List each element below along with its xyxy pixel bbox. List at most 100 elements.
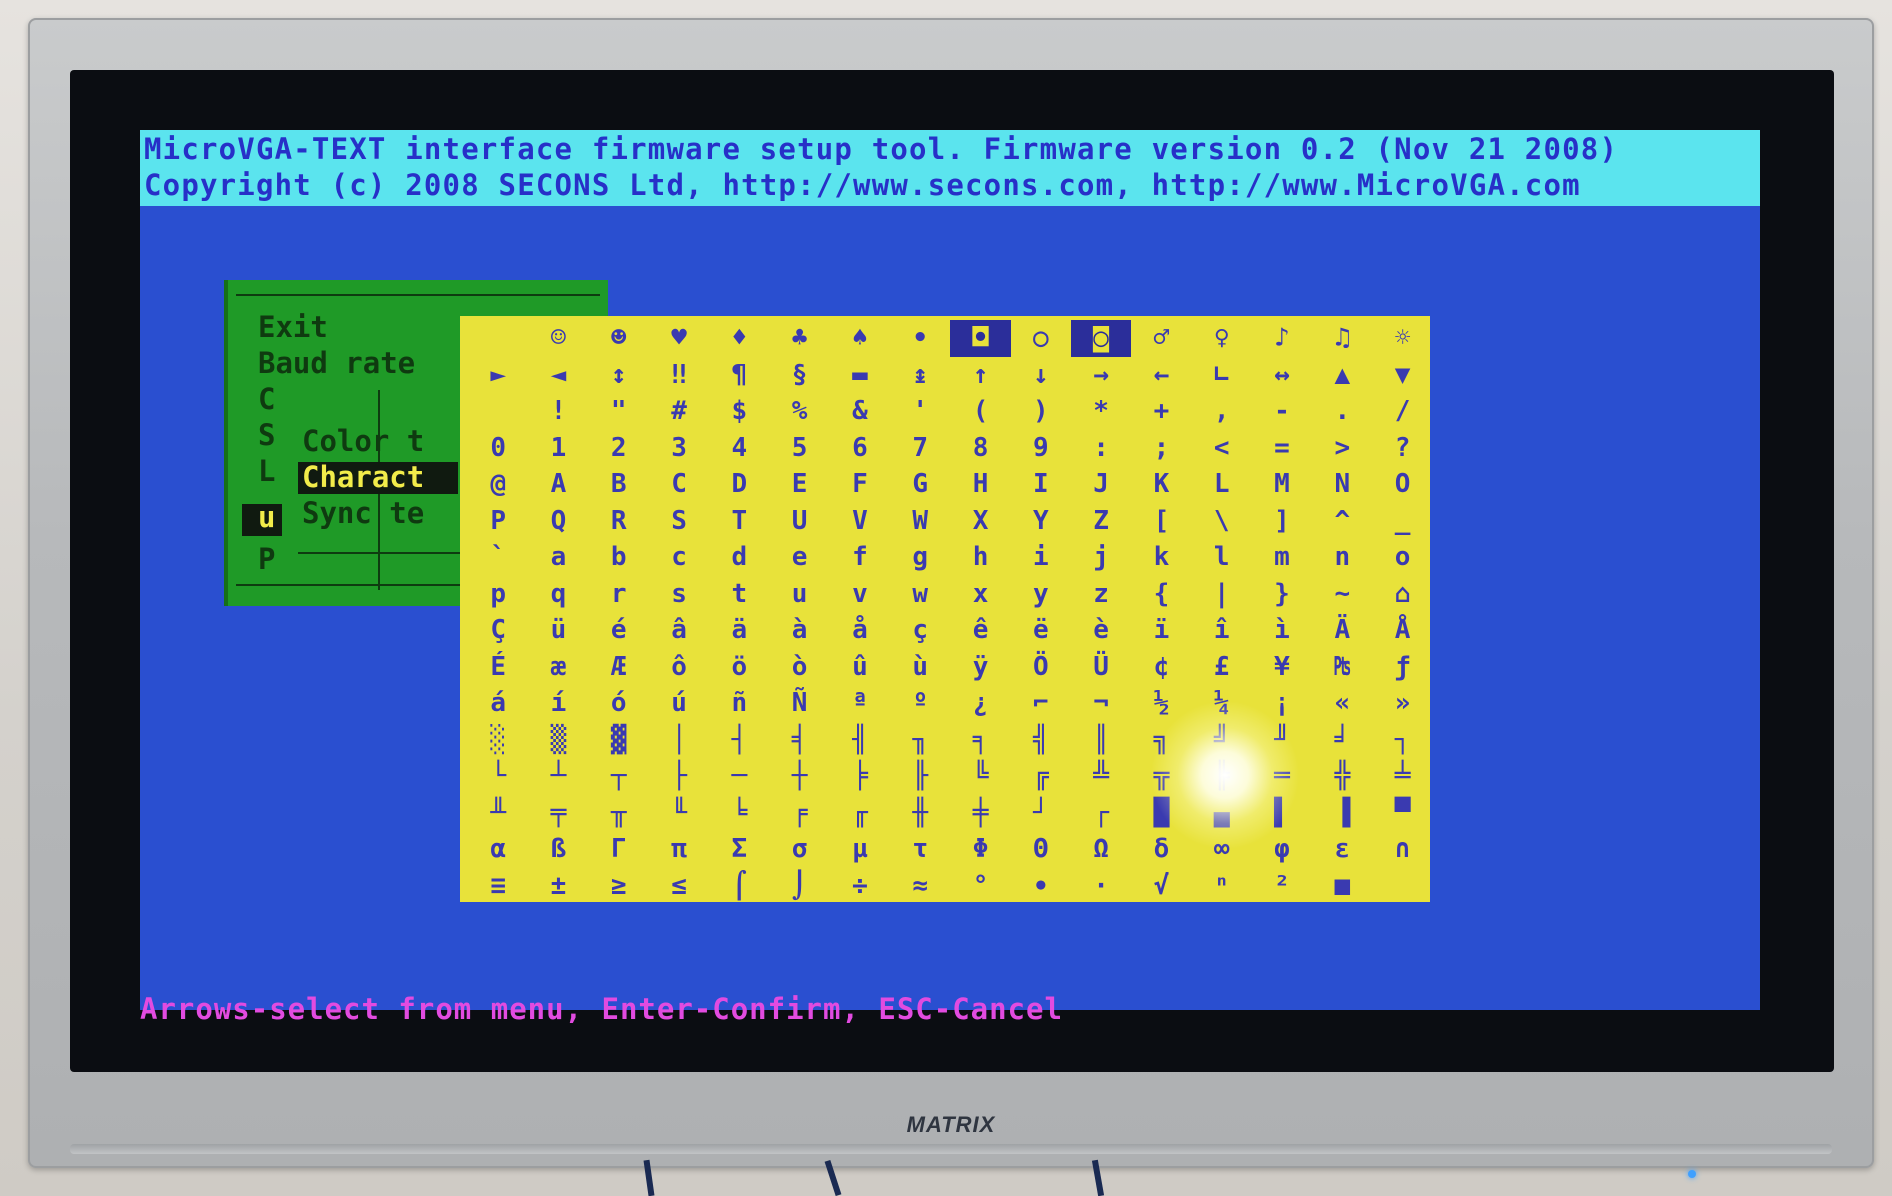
menu-item-baud-rate[interactable]: Baud rate — [258, 346, 415, 380]
char-cell: ◘ — [950, 320, 1011, 357]
char-cell: ☻ — [610, 323, 627, 353]
char-cell: δ — [1153, 834, 1170, 864]
char-cell: Θ — [1032, 834, 1049, 864]
char-cell: 3 — [671, 432, 687, 463]
char-cell: W — [912, 505, 929, 536]
char-cell: e — [791, 542, 808, 572]
char-cell: a — [550, 542, 567, 572]
char-cell: » — [1394, 688, 1411, 718]
char-cell: ╪ — [972, 797, 989, 828]
char-cell: Y — [1032, 505, 1049, 536]
char-cell: - — [1274, 396, 1290, 426]
char-cell: ▒ — [550, 724, 567, 755]
power-led-icon — [1688, 1170, 1696, 1178]
char-cell: ƒ — [1394, 651, 1411, 682]
char-cell: ◄ — [550, 359, 567, 390]
char-cell: ╘ — [731, 797, 748, 828]
char-cell: à — [791, 615, 808, 645]
status-bar: Arrows-select from menu, Enter-Confirm, … — [140, 992, 1760, 1040]
char-cell: 7 — [912, 432, 929, 463]
char-cell: ¼ — [1213, 688, 1230, 718]
menu-item-c[interactable]: C — [258, 382, 275, 416]
character-set-window: ☺ ☻ ♥ ♦ ♣ ♠ • ◘ ○ ◙ ♂ ♀ ♪ ♫ ☼ ► ◄ ↕ ‼ ¶ § ▬ ↨ ↑ ↓ → ← ∟ ↔ ▲ ▼ ! " # $% & ' (… — [460, 316, 1430, 902]
char-cell: ∙ — [1032, 870, 1049, 901]
menu-item-s[interactable]: S — [258, 418, 275, 452]
char-cell: ○ — [1032, 323, 1049, 353]
char-cell: ⌡ — [791, 870, 808, 901]
char-cell: ╦ — [1153, 761, 1170, 791]
char-cell: 2 — [610, 432, 627, 463]
menu-item-p[interactable]: P — [258, 542, 275, 576]
status-help-text: Arrows-select from menu, Enter-Confirm, … — [140, 992, 1063, 1026]
char-cell: ≡ — [490, 870, 506, 901]
char-cell: ¶ — [731, 359, 748, 390]
char-cell: ╜ — [1274, 724, 1290, 755]
char-cell: ² — [1274, 870, 1290, 901]
char-cell: ╞ — [852, 761, 868, 791]
char-cell: % — [791, 396, 808, 426]
menu-item-l[interactable]: L — [258, 454, 275, 488]
char-cell: É — [490, 651, 506, 682]
char-cell: x — [972, 578, 989, 609]
char-cell: ╓ — [852, 797, 868, 828]
char-cell: ╙ — [671, 797, 687, 828]
char-cell: y — [1032, 578, 1049, 609]
char-cell: ^ — [1334, 505, 1351, 536]
char-cell: 1 — [550, 432, 567, 463]
char-cell: ) — [1032, 396, 1049, 426]
char-cell: è — [1093, 615, 1109, 645]
char-cell: R — [610, 505, 627, 536]
char-cell: ╣ — [1032, 724, 1049, 755]
char-cell: ┤ — [731, 724, 748, 755]
char-cell: ¿ — [972, 688, 989, 718]
char-cell: N — [1334, 469, 1351, 499]
char-cell: ♦ — [731, 323, 748, 353]
char-cell: ? — [1394, 432, 1411, 463]
char-cell: I — [1032, 469, 1049, 499]
char-cell: . — [1334, 396, 1351, 426]
char-cell: ╛ — [1334, 724, 1351, 755]
char-cell: | — [1213, 578, 1230, 609]
char-cell: ╕ — [972, 724, 989, 755]
char-cell: h — [972, 542, 989, 572]
char-cell: £ — [1213, 651, 1230, 682]
char-cell: ◙ — [1070, 320, 1132, 357]
char-cell: ╖ — [912, 724, 929, 755]
char-cell: 6 — [852, 432, 868, 463]
char-cell: ⁿ — [1213, 870, 1230, 901]
char-cell: ▓ — [610, 724, 627, 755]
char-cell: ▐ — [1334, 797, 1351, 828]
submenu-item-charact-selected[interactable]: Charact — [302, 460, 424, 494]
stand-cable-left — [643, 1159, 655, 1196]
char-cell: φ — [1274, 834, 1290, 864]
char-cell: ♫ — [1334, 323, 1351, 353]
char-cell: ♪ — [1274, 323, 1290, 353]
char-cell: Ü — [1093, 651, 1109, 682]
char-cell: ¬ — [1093, 688, 1109, 718]
char-cell: m — [1274, 542, 1290, 572]
char-cell: â — [671, 615, 687, 645]
char-cell: ∩ — [1394, 834, 1411, 864]
char-cell: ☺ — [550, 323, 567, 353]
char-cell: ï — [1153, 615, 1170, 645]
menu-item-exit[interactable]: Exit — [258, 310, 328, 344]
char-cell: ä — [731, 615, 748, 645]
char-cell: Æ — [610, 651, 627, 682]
char-cell: ░ — [490, 724, 506, 755]
char-cell: c — [671, 542, 687, 572]
char-cell: K — [1153, 469, 1170, 499]
char-cell: ≈ — [912, 870, 929, 901]
char-cell: ┘ — [1032, 797, 1049, 828]
char-cell: ⌂ — [1394, 578, 1411, 609]
char-cell: ₧ — [1334, 651, 1351, 682]
menu-item-u-selected[interactable]: u — [258, 500, 275, 534]
char-cell: # — [671, 396, 687, 426]
char-cell: ╒ — [791, 797, 808, 828]
char-cell: ½ — [1153, 688, 1170, 718]
char-cell: ┌ — [1093, 797, 1109, 828]
submenu-item-color[interactable]: Color t — [302, 424, 424, 458]
submenu-item-sync[interactable]: Sync te — [302, 496, 424, 530]
char-cell: i — [1032, 542, 1049, 572]
char-cell — [468, 320, 528, 357]
char-cell — [1372, 868, 1432, 905]
